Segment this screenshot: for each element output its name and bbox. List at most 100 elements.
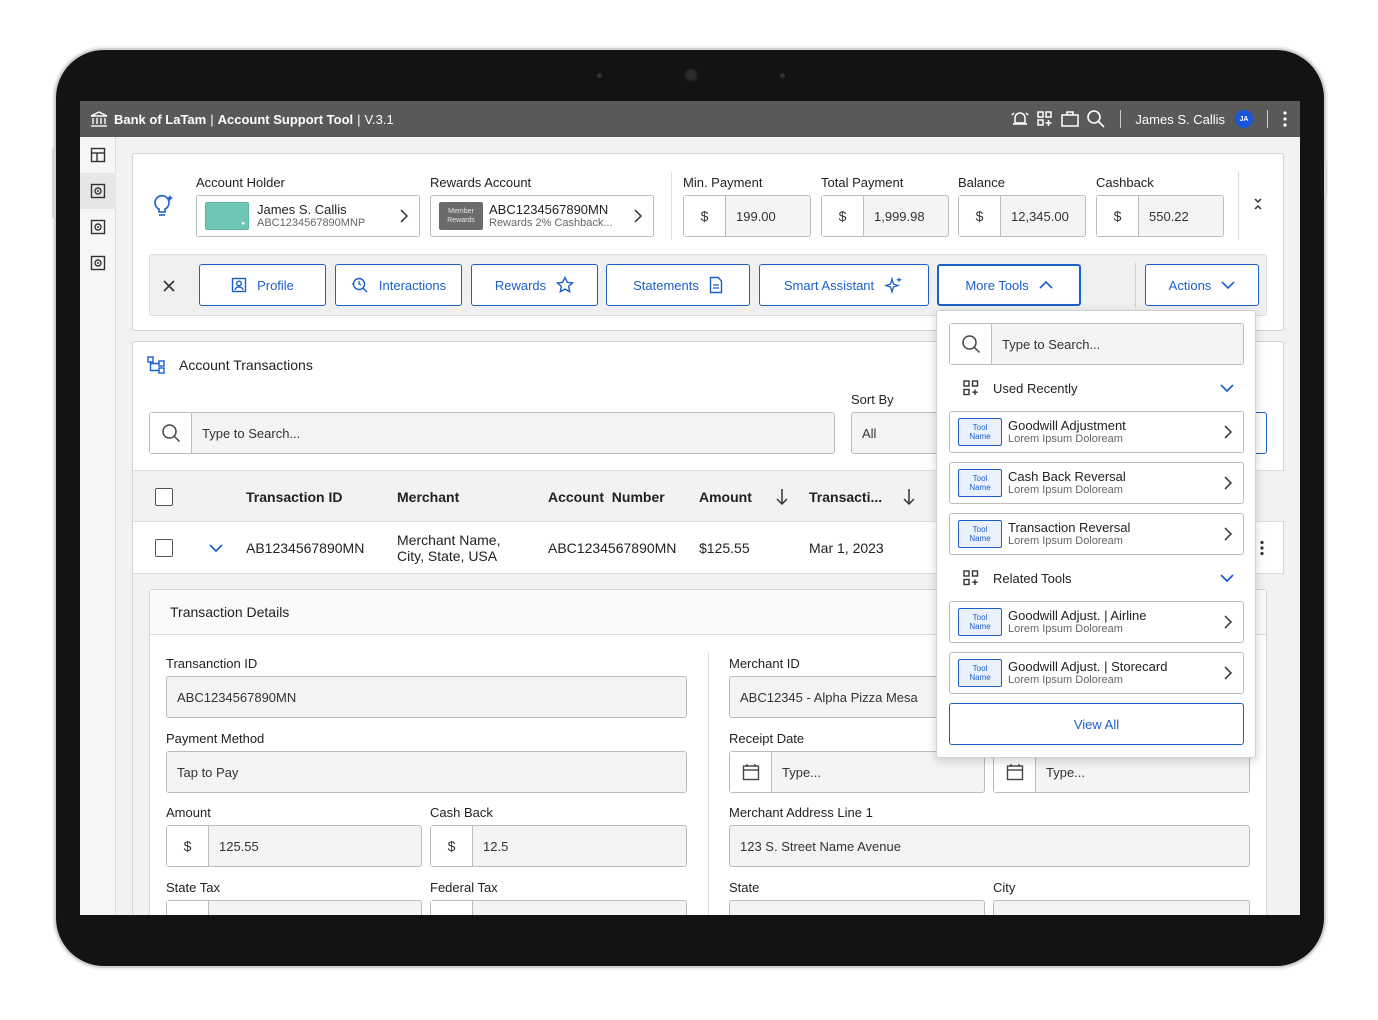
avatar[interactable]: JA <box>1235 110 1253 128</box>
smart-assistant-button[interactable]: Smart Assistant <box>759 264 929 306</box>
tool-item-cash-back-reversal[interactable]: Tool Name Cash Back Reversal Lorem Ipsum D… <box>949 462 1244 504</box>
settings-box-icon[interactable] <box>80 173 116 209</box>
chevron-up-icon <box>1039 280 1053 289</box>
min-payment-field[interactable]: $199.00 <box>683 195 811 237</box>
rewards-button[interactable]: Rewards <box>471 264 598 306</box>
lightbulb-sparkle-icon[interactable] <box>149 192 175 218</box>
tool-item-goodwill-storecard[interactable]: Tool Name Goodwill Adjust. | Storecard Lor… <box>949 652 1244 694</box>
rewards-account-selector[interactable]: Member Rewards ABC1234567890MN Rewards 2%… <box>430 195 654 237</box>
amount-label: Amount <box>166 805 211 820</box>
more-vertical-icon[interactable] <box>1282 110 1288 128</box>
state-field[interactable] <box>729 900 985 915</box>
total-payment-label: Total Payment <box>821 175 904 190</box>
chevron-right-icon <box>400 209 409 223</box>
search-history-icon <box>351 277 368 293</box>
col-account-number[interactable]: Account Number <box>548 489 665 505</box>
bank-name: Bank of LaTam <box>114 111 207 127</box>
actions-button[interactable]: Actions <box>1145 264 1259 306</box>
city-field[interactable] <box>993 900 1250 915</box>
tools-search-input[interactable]: Type to Search... <box>949 323 1244 365</box>
settings-box-icon[interactable] <box>80 245 116 281</box>
app-screen: Bank of LaTam | Account Support Tool | V… <box>80 101 1300 915</box>
select-all-checkbox[interactable] <box>155 488 173 506</box>
total-payment-field[interactable]: $1,999.98 <box>821 195 949 237</box>
col-merchant[interactable]: Merchant <box>397 489 459 505</box>
col-transaction-id[interactable]: Transaction ID <box>246 489 342 505</box>
tools-toolbar: Profile Interactions Rewards Statements … <box>149 254 1267 316</box>
sort-arrow-icon[interactable] <box>902 488 916 506</box>
balance-field[interactable]: $12,345.00 <box>958 195 1086 237</box>
related-tools-section[interactable]: Related Tools <box>949 563 1244 593</box>
chevron-down-icon <box>1220 384 1234 393</box>
payment-method-field[interactable]: Tap to Pay <box>166 751 687 793</box>
row-date: Mar 1, 2023 <box>809 540 884 556</box>
amount-field[interactable]: $125.55 <box>166 825 422 867</box>
bank-icon <box>90 111 108 127</box>
app-bar: Bank of LaTam | Account Support Tool | V… <box>80 101 1300 137</box>
alarm-icon[interactable] <box>1010 110 1030 128</box>
side-button <box>52 148 55 218</box>
account-holder-selector[interactable]: ● James S. Callis ABC1234567890MNP <box>196 195 420 237</box>
sort-arrow-icon[interactable] <box>775 488 789 506</box>
collapse-icon[interactable] <box>1251 196 1265 212</box>
transactions-search[interactable]: Type to Search... <box>149 412 835 454</box>
col-transaction-date[interactable]: Transacti... <box>809 489 882 505</box>
cashback-label: Cashback <box>1096 175 1154 190</box>
interactions-button[interactable]: Interactions <box>335 264 462 306</box>
document-icon <box>709 276 723 294</box>
view-all-button[interactable]: View All <box>949 703 1244 745</box>
cash-back-field[interactable]: $12.5 <box>430 825 687 867</box>
details-title: Transaction Details <box>170 604 290 620</box>
search-icon[interactable] <box>1086 109 1106 129</box>
holder-name: James S. Callis <box>257 202 347 217</box>
balance-label: Balance <box>958 175 1005 190</box>
card-swatch: ● <box>205 202 249 230</box>
col-amount[interactable]: Amount <box>699 489 752 505</box>
apps-icon[interactable] <box>1036 110 1054 128</box>
txid-field[interactable]: ABC1234567890MN <box>166 676 687 718</box>
chevron-down-icon[interactable] <box>209 543 223 553</box>
cash-back-label: Cash Back <box>430 805 493 820</box>
chevron-right-icon <box>1224 615 1233 629</box>
address-field[interactable]: 123 S. Street Name Avenue <box>729 825 1250 867</box>
tool-name-badge: Tool Name <box>958 520 1002 548</box>
cashback-field[interactable]: $550.22 <box>1096 195 1224 237</box>
receipt-date-label: Receipt Date <box>729 731 805 746</box>
used-recently-section[interactable]: Used Recently <box>949 373 1244 403</box>
more-tools-button[interactable]: More Tools <box>937 264 1081 306</box>
tool-item-goodwill-adjustment[interactable]: Tool Name Goodwill Adjustment Lorem Ipsum … <box>949 411 1244 453</box>
state-tax-field[interactable] <box>166 900 422 915</box>
more-vertical-icon[interactable] <box>1259 540 1265 556</box>
row-checkbox[interactable] <box>155 539 173 557</box>
hierarchy-icon <box>147 356 165 374</box>
tool-name-badge: Tool Name <box>958 418 1002 446</box>
tool-item-goodwill-airline[interactable]: Tool Name Goodwill Adjust. | Airline Lorem… <box>949 601 1244 643</box>
row-merchant-location: City, State, USA <box>397 548 498 564</box>
camera <box>684 68 698 82</box>
tool-item-transaction-reversal[interactable]: Tool Name Transaction Reversal Lorem Ipsum… <box>949 513 1244 555</box>
chevron-right-icon <box>1224 527 1233 541</box>
calendar-icon <box>742 764 759 781</box>
profile-button[interactable]: Profile <box>199 264 326 306</box>
briefcase-icon[interactable] <box>1060 110 1080 128</box>
app-version: V.3.1 <box>364 111 394 127</box>
chevron-down-icon <box>1221 281 1235 290</box>
app-title: Bank of LaTam | Account Support Tool | V… <box>80 111 394 127</box>
settings-box-icon[interactable] <box>80 209 116 245</box>
star-icon <box>556 276 575 294</box>
tool-name-badge: Tool Name <box>958 659 1002 687</box>
side-button <box>1324 160 1327 196</box>
layout-icon[interactable] <box>80 137 116 173</box>
apps-icon <box>963 570 979 586</box>
user-name[interactable]: James S. Callis <box>1135 112 1225 127</box>
federal-tax-field[interactable] <box>430 900 687 915</box>
close-icon[interactable] <box>162 279 176 293</box>
row-transaction-id: AB1234567890MN <box>246 540 365 556</box>
chevron-right-icon <box>634 209 643 223</box>
row-amount: $125.55 <box>699 540 750 556</box>
chevron-right-icon <box>1224 476 1233 490</box>
holder-id: ABC1234567890MNP <box>257 217 366 229</box>
tool-name-badge: Tool Name <box>958 469 1002 497</box>
search-icon <box>961 335 980 354</box>
statements-button[interactable]: Statements <box>606 264 750 306</box>
